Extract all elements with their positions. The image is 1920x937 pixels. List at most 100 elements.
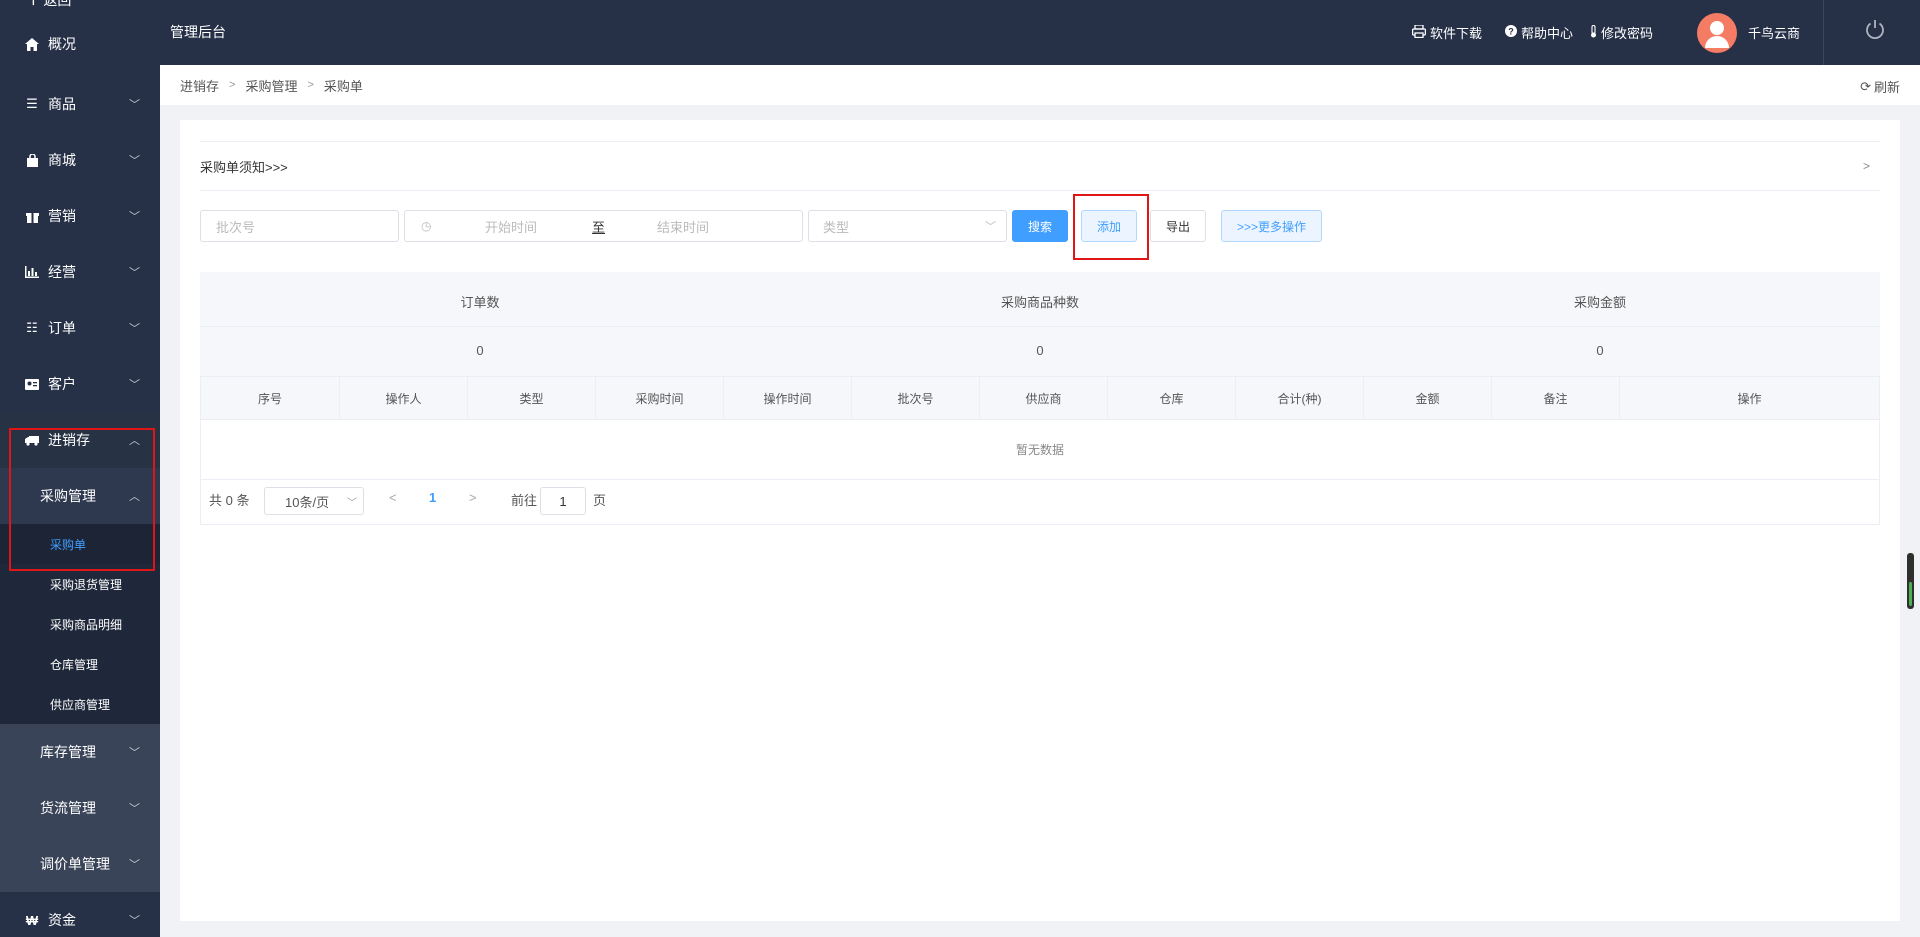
chevron-down-icon: ﹀	[347, 497, 357, 509]
end-time-placeholder: 结束时间	[657, 219, 710, 235]
refresh-icon: ⟳	[1860, 78, 1871, 94]
top-link-label: 软件下载	[1430, 26, 1483, 41]
type-select[interactable]: 类型 ﹀	[808, 210, 1007, 242]
col-actions: 操作	[1737, 391, 1762, 406]
bar-chart-icon	[24, 264, 40, 280]
sidebar: ↰ 返回 概况 ☰ 商品 ﹀ 商城 ﹀ 营销 ﹀ 经营 ﹀ ☷ 订单 ﹀ 客户 …	[0, 0, 160, 937]
purchase-amount-label: 采购金额	[1573, 295, 1626, 310]
avatar[interactable]	[1697, 13, 1737, 53]
col-batch-number: 批次号	[852, 377, 980, 419]
sidebar-item-goods[interactable]: ☰ 商品 ﹀	[0, 76, 160, 132]
truck-icon	[24, 432, 40, 448]
sidebar-item-mall[interactable]: 商城 ﹀	[0, 132, 160, 188]
svg-text:?: ?	[1508, 27, 1514, 37]
empty-state: 暂无数据	[201, 420, 1879, 480]
sidebar-sub-label: 货流管理	[40, 800, 96, 816]
thermometer-icon	[1590, 24, 1597, 41]
chevron-down-icon: ﹀	[129, 267, 140, 279]
chevron-down-icon: ﹀	[985, 221, 996, 233]
breadcrumb-item[interactable]: 进销存	[180, 76, 219, 95]
app-title: 管理后台	[170, 24, 226, 40]
next-page-icon[interactable]: >	[469, 490, 477, 505]
sidebar-sub-label: 库存管理	[40, 744, 96, 760]
sidebar-item-overview[interactable]: 概况	[0, 12, 160, 76]
summary-stats: 订单数 采购商品种数 采购金额 0 0 0	[200, 272, 1880, 376]
sidebar-item-orders[interactable]: ☷ 订单 ﹀	[0, 300, 160, 356]
list-icon: ☰	[26, 96, 38, 111]
sidebar-item-label: 资金	[48, 912, 76, 928]
batch-placeholder: 批次号	[216, 219, 256, 235]
main-panel: 采购单须知>>> > 批次号 ◷ 开始时间 至 结束时间 类型 ﹀ 搜索 添加 …	[180, 120, 1900, 921]
add-button[interactable]: 添加	[1081, 210, 1137, 242]
breadcrumb-item[interactable]: 采购管理	[245, 76, 297, 95]
sidebar-item-label: 进销存	[48, 432, 90, 448]
sidebar-leaf-purchase-detail[interactable]: 采购商品明细	[0, 604, 160, 644]
sidebar-item-funds[interactable]: ₩ 资金 ﹀	[0, 892, 160, 937]
batch-number-input[interactable]: 批次号	[200, 210, 399, 242]
sidebar-item-inventory[interactable]: 进销存 ︿	[0, 412, 160, 468]
sidebar-item-label: 商品	[48, 96, 76, 112]
sidebar-leaf-warehouse[interactable]: 仓库管理	[0, 644, 160, 684]
sidebar-sub-label: 采购管理	[40, 488, 96, 504]
sidebar-sub-price-adjust[interactable]: 调价单管理 ﹀	[0, 836, 160, 892]
chevron-down-icon: ﹀	[129, 803, 140, 815]
sidebar-leaf-purchase-return[interactable]: 采购退货管理	[0, 564, 160, 604]
gift-icon	[24, 208, 40, 224]
avatar-body	[1705, 36, 1729, 48]
chevron-up-icon: ︿	[129, 491, 140, 503]
total-count: 共 0 条	[209, 493, 250, 508]
type-placeholder: 类型	[823, 219, 850, 235]
goto-label: 前往	[511, 493, 538, 508]
purchase-notice[interactable]: 采购单须知>>> >	[200, 141, 1880, 191]
refresh-button[interactable]: ⟳ 刷新	[1860, 77, 1900, 96]
sidebar-item-label: 营销	[48, 208, 76, 224]
chevron-down-icon: ﹀	[129, 915, 140, 927]
export-button[interactable]: 导出	[1150, 210, 1206, 242]
software-download-link[interactable]: 软件下载	[1411, 23, 1483, 42]
order-count-label: 订单数	[460, 295, 500, 310]
refresh-label: 刷新	[1873, 80, 1900, 95]
topbar: 管理后台 软件下载 ? 帮助中心 修改密码 千鸟云商	[160, 0, 1920, 65]
change-password-link[interactable]: 修改密码	[1590, 23, 1653, 42]
order-count-value: 0	[476, 343, 484, 358]
pagination: 共 0 条 10条/页 ﹀ < 1 > 前往 1 页	[201, 480, 1879, 524]
scrollbar-thumb[interactable]	[1909, 582, 1912, 606]
product-kinds-value: 0	[1036, 343, 1044, 358]
goto-page-input[interactable]: 1	[540, 487, 586, 515]
help-center-link[interactable]: ? 帮助中心	[1505, 23, 1573, 42]
chevron-right-icon: >	[229, 79, 236, 91]
sidebar-item-business[interactable]: 经营 ﹀	[0, 244, 160, 300]
sidebar-item-customers[interactable]: 客户 ﹀	[0, 356, 160, 412]
sidebar-leaf-purchase-order[interactable]: 采购单	[0, 524, 160, 564]
col-type: 类型	[468, 377, 596, 419]
col-purchase-time: 采购时间	[596, 377, 724, 419]
chevron-down-icon: ﹀	[129, 211, 140, 223]
search-button[interactable]: 搜索	[1012, 210, 1068, 242]
date-range-picker[interactable]: ◷ 开始时间 至 结束时间	[404, 210, 803, 242]
chevron-right-icon: >	[307, 79, 314, 91]
back-label: 返回	[43, 0, 72, 8]
sidebar-leaf-supplier[interactable]: 供应商管理	[0, 684, 160, 724]
sidebar-sub-logistics[interactable]: 货流管理 ﹀	[0, 780, 160, 836]
back-link[interactable]: ↰ 返回	[0, 0, 160, 12]
notice-label: 采购单须知>>>	[200, 159, 288, 175]
prev-page-icon[interactable]: <	[389, 490, 397, 505]
avatar-head	[1710, 21, 1724, 35]
page-size-select[interactable]: 10条/页 ﹀	[264, 487, 364, 515]
purchase-amount-value: 0	[1596, 343, 1604, 358]
chevron-down-icon: ﹀	[129, 379, 140, 391]
sidebar-sub-stock[interactable]: 库存管理 ﹀	[0, 724, 160, 780]
sidebar-item-marketing[interactable]: 营销 ﹀	[0, 188, 160, 244]
power-icon[interactable]	[1860, 18, 1890, 48]
more-actions-button[interactable]: >>>更多操作	[1221, 210, 1322, 242]
divider	[1823, 0, 1824, 65]
page-number-current[interactable]: 1	[429, 490, 436, 505]
sidebar-sub-purchase[interactable]: 采购管理 ︿	[0, 468, 160, 524]
list-icon: ☷	[26, 320, 38, 335]
user-name[interactable]: 千鸟云商	[1748, 23, 1800, 42]
page-suffix: 页	[593, 493, 607, 508]
top-link-label: 修改密码	[1601, 26, 1654, 41]
sidebar-item-label: 订单	[48, 320, 76, 336]
product-kinds-label: 采购商品种数	[1000, 295, 1079, 310]
bag-icon	[24, 152, 40, 168]
